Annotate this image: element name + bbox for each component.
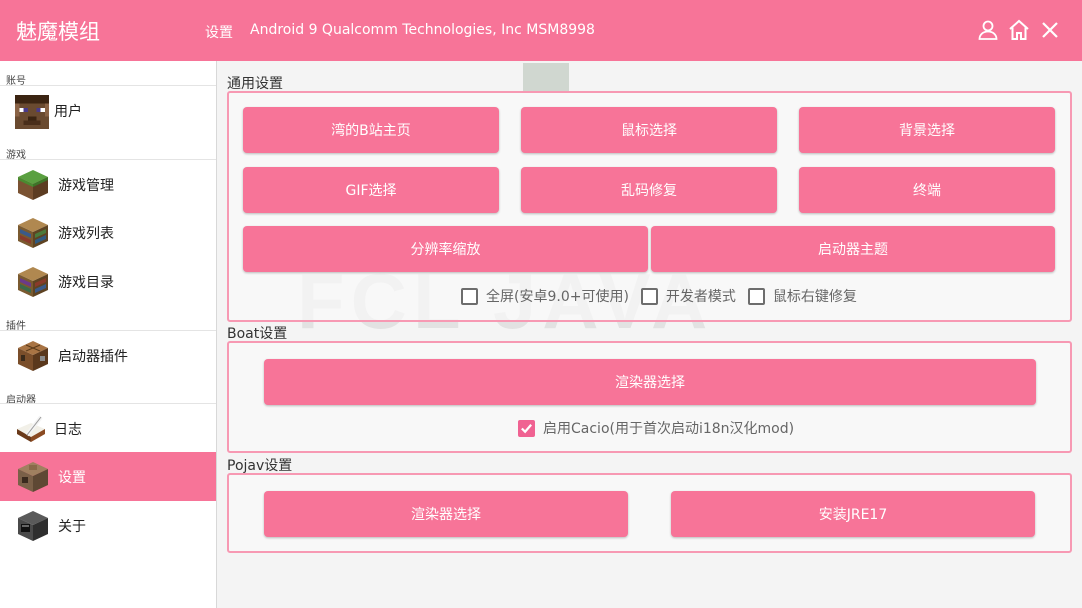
- right-click-fix-option[interactable]: 鼠标右键修复: [747, 286, 857, 306]
- developer-mode-option[interactable]: 开发者模式: [640, 286, 736, 306]
- install-jre17-button[interactable]: 安装JRE17: [671, 491, 1035, 537]
- right-click-fix-checkbox[interactable]: [747, 287, 765, 305]
- tab-settings[interactable]: 设置: [205, 22, 233, 42]
- gif-select-button[interactable]: GIF选择: [243, 167, 499, 213]
- sidebar-item-label: 关于: [58, 518, 86, 535]
- pojav-settings-panel: 渲染器选择 安装JRE17: [227, 473, 1072, 553]
- furnace-icon: [16, 460, 50, 494]
- fullscreen-label: 全屏(安卓9.0+可使用): [486, 289, 629, 305]
- boat-settings-panel: 渲染器选择 启用Cacio(用于首次启动i18n汉化mod): [227, 341, 1072, 453]
- resolution-scale-button[interactable]: 分辨率缩放: [243, 226, 648, 272]
- sidebar-item-label: 游戏目录: [58, 274, 114, 291]
- top-bar: 魅魔模组 设置 Android 9 Qualcomm Technologies,…: [0, 0, 1082, 61]
- mouse-select-button[interactable]: 鼠标选择: [521, 107, 777, 153]
- sidebar-item-label: 游戏列表: [58, 225, 114, 242]
- launcher-theme-button[interactable]: 启动器主题: [651, 226, 1055, 272]
- garbled-fix-button[interactable]: 乱码修复: [521, 167, 777, 213]
- sidebar-item-label: 日志: [54, 421, 82, 438]
- close-icon[interactable]: [1038, 18, 1062, 42]
- sidebar-item-label: 设置: [58, 469, 86, 486]
- home-icon[interactable]: [1007, 18, 1031, 42]
- sidebar-item-log[interactable]: 日志: [0, 404, 216, 453]
- sidebar-item-user[interactable]: 用户: [0, 86, 216, 135]
- user-icon[interactable]: [976, 18, 1000, 42]
- sidebar-item-settings[interactable]: 设置: [0, 452, 216, 501]
- sidebar-item-launcher-plugin[interactable]: 启动器插件: [0, 331, 216, 380]
- boat-settings-title: Boat设置: [227, 326, 288, 342]
- sidebar-item-game-manage[interactable]: 游戏管理: [0, 160, 216, 209]
- right-click-fix-label: 鼠标右键修复: [772, 289, 857, 305]
- terminal-button[interactable]: 终端: [799, 167, 1055, 213]
- device-info: Android 9 Qualcomm Technologies, Inc MSM…: [250, 22, 595, 38]
- bookshelf-icon: [16, 216, 50, 250]
- sidebar-item-game-list[interactable]: 游戏列表: [0, 208, 216, 257]
- developer-mode-checkbox[interactable]: [640, 287, 658, 305]
- pojav-renderer-select-button[interactable]: 渲染器选择: [264, 491, 628, 537]
- fullscreen-checkbox[interactable]: [461, 287, 478, 305]
- grass-block-icon: [16, 168, 50, 202]
- cacio-label: 启用Cacio(用于首次启动i18n汉化mod): [543, 421, 795, 437]
- sidebar-item-label: 启动器插件: [58, 348, 128, 365]
- sidebar-item-game-dir[interactable]: 游戏目录: [0, 257, 216, 306]
- crafting-table-icon: [16, 339, 50, 373]
- steve-head-icon: [15, 94, 49, 129]
- settings-content: FCL JAVA 通用设置 湾的B站主页 鼠标选择 背景选择 GIF选择 乱码修…: [217, 61, 1082, 608]
- general-settings-title: 通用设置: [227, 76, 283, 92]
- sidebar: 账号 用户 游戏 游戏管理 游戏列表 游戏目录 插件 启动器插件 启动器 日志 …: [0, 61, 217, 608]
- book-and-quill-icon: [15, 413, 47, 445]
- stone-furnace-icon: [16, 509, 50, 543]
- cacio-checkbox[interactable]: [518, 419, 535, 437]
- sidebar-item-about[interactable]: 关于: [0, 501, 216, 550]
- app-title: 魅魔模组: [16, 20, 100, 44]
- boat-renderer-select-button[interactable]: 渲染器选择: [264, 359, 1036, 405]
- cacio-option[interactable]: 启用Cacio(用于首次启动i18n汉化mod): [518, 418, 794, 438]
- background-block-decoration: [523, 63, 569, 93]
- background-select-button[interactable]: 背景选择: [799, 107, 1055, 153]
- sidebar-item-label: 用户: [54, 103, 82, 120]
- sidebar-item-label: 游戏管理: [58, 177, 114, 194]
- fullscreen-option[interactable]: 全屏(安卓9.0+可使用): [461, 286, 629, 306]
- bilibili-homepage-button[interactable]: 湾的B站主页: [243, 107, 499, 153]
- developer-mode-label: 开发者模式: [665, 289, 736, 305]
- pojav-settings-title: Pojav设置: [227, 458, 293, 474]
- general-settings-panel: 湾的B站主页 鼠标选择 背景选择 GIF选择 乱码修复 终端 分辨率缩放 启动器…: [227, 91, 1072, 322]
- bookshelf-icon: [16, 265, 50, 299]
- general-options: 全屏(安卓9.0+可使用) 开发者模式 鼠标右键修复: [461, 286, 869, 306]
